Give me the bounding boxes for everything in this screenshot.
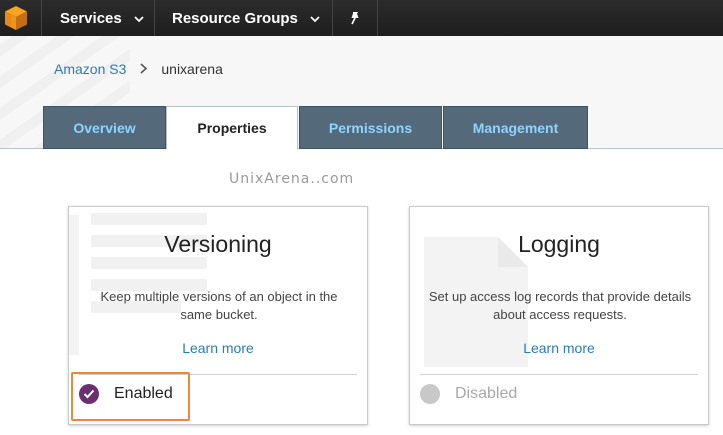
chevron-right-icon xyxy=(140,62,148,77)
tab-properties[interactable]: Properties xyxy=(166,106,298,150)
status-label: Disabled xyxy=(455,385,518,402)
card-description: Set up access log records that provide d… xyxy=(428,289,692,322)
chevron-down-icon xyxy=(134,10,144,27)
card-title: Versioning xyxy=(164,231,272,257)
card-title: Logging xyxy=(518,231,600,257)
resource-groups-menu[interactable]: Resource Groups xyxy=(155,0,333,36)
tab-overview[interactable]: Overview xyxy=(43,106,166,149)
logging-status: Disabled xyxy=(420,384,517,404)
learn-more-link[interactable]: Learn more xyxy=(410,340,708,356)
learn-more-link[interactable]: Learn more xyxy=(69,340,367,356)
tab-management[interactable]: Management xyxy=(443,106,588,149)
aws-logo[interactable] xyxy=(0,0,42,36)
highlight-box xyxy=(71,372,190,421)
breadcrumb: Amazon S3 unixarena xyxy=(54,61,223,77)
empty-circle-icon xyxy=(420,384,440,404)
chevron-down-icon xyxy=(310,10,320,27)
tab-permissions[interactable]: Permissions xyxy=(299,106,442,149)
services-menu[interactable]: Services xyxy=(42,0,155,36)
watermark: UnixArena..com xyxy=(229,171,355,187)
breadcrumb-current-bucket: unixarena xyxy=(161,61,223,77)
pin-button[interactable] xyxy=(333,0,378,36)
pin-icon xyxy=(351,12,359,25)
services-label: Services xyxy=(60,9,122,27)
top-navigation-bar: Services Resource Groups xyxy=(0,0,723,36)
card-description: Keep multiple versions of an object in t… xyxy=(100,289,338,322)
breadcrumb-amazon-s3-link[interactable]: Amazon S3 xyxy=(54,61,126,77)
logging-card[interactable]: Logging Set up access log records that p… xyxy=(409,206,709,425)
card-divider xyxy=(420,374,698,375)
resource-groups-label: Resource Groups xyxy=(172,9,298,27)
aws-cube-icon xyxy=(5,6,27,30)
